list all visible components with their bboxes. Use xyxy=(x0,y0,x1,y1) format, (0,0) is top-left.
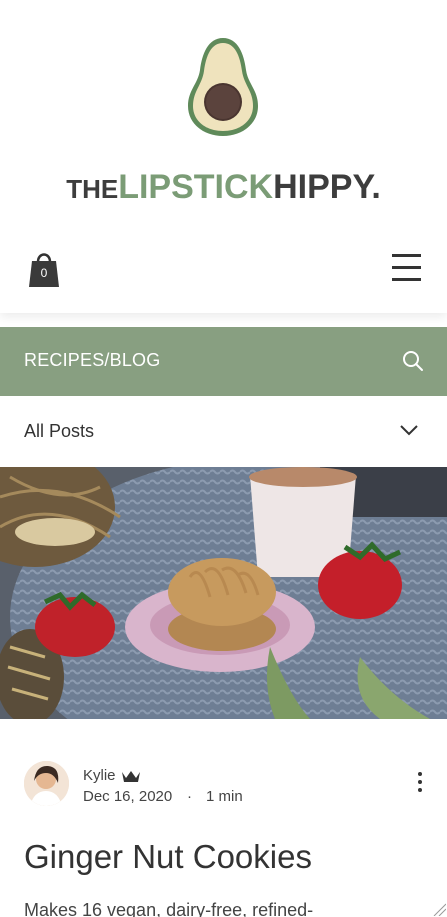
avatar-image xyxy=(24,761,69,806)
author-name[interactable]: Kylie xyxy=(83,767,116,784)
brand-wordmark[interactable]: THELIPSTICKHIPPY. xyxy=(0,168,447,208)
filter-selected-value: All Posts xyxy=(24,421,95,441)
post-excerpt[interactable]: Makes 16 vegan, dairy-free, refined- xyxy=(24,900,313,917)
logo-hippy: HIPPY. xyxy=(273,168,381,206)
avocado-logo-icon[interactable] xyxy=(186,36,260,138)
category-filter-dropdown[interactable]: All Posts xyxy=(0,397,447,467)
cookie-photo xyxy=(0,467,447,719)
more-options-icon[interactable] xyxy=(416,772,424,796)
search-icon[interactable] xyxy=(402,350,424,372)
post-title[interactable]: Ginger Nut Cookies xyxy=(24,838,312,876)
author-avatar[interactable] xyxy=(24,761,69,806)
chevron-down-icon[interactable] xyxy=(399,423,419,437)
logo-lipstick: LIPSTICK xyxy=(118,168,274,206)
logo-the: THE xyxy=(66,174,119,204)
section-title[interactable]: RECIPES/BLOG xyxy=(24,350,160,371)
hamburger-menu-icon[interactable] xyxy=(392,254,421,284)
section-header-bar: RECIPES/BLOG xyxy=(0,327,447,396)
read-time: 1 min xyxy=(206,788,243,805)
post-cover-image[interactable] xyxy=(0,467,447,719)
cart-button[interactable]: 0 xyxy=(28,248,60,288)
site-header: THELIPSTICKHIPPY. 0 xyxy=(0,0,447,313)
post-date: Dec 16, 2020 xyxy=(83,788,173,805)
crown-icon xyxy=(122,771,140,782)
cart-count: 0 xyxy=(40,266,48,280)
meta-separator: · xyxy=(187,788,192,805)
resize-handle-icon[interactable] xyxy=(432,902,446,916)
